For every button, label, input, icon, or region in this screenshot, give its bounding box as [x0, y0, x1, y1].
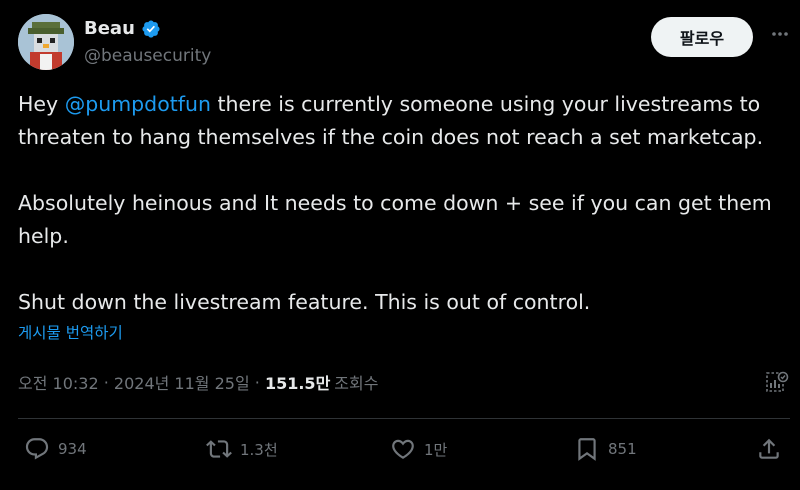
avatar[interactable] [18, 14, 74, 70]
meta-separator: · [98, 372, 114, 392]
tweet-paragraph-2: Absolutely heinous and It needs to come … [18, 191, 772, 248]
repost-count: 1.3천 [240, 440, 278, 459]
tweet-paragraph-3: Shut down the livestream feature. This i… [18, 290, 591, 314]
more-icon[interactable] [770, 24, 790, 44]
tweet-header: Beau @beausecurity 팔로우 [18, 14, 788, 72]
divider [18, 418, 790, 419]
post-time[interactable]: 오전 10:32 [18, 370, 99, 394]
pixel-penguin-avatar-icon [18, 14, 74, 70]
translate-post-link[interactable]: 게시물 번역하기 [18, 321, 123, 343]
views-label: 조회수 [334, 374, 379, 393]
reply-icon [25, 438, 49, 460]
name-row: Beau [84, 18, 161, 39]
tweet-text: Hey [18, 92, 65, 116]
post-date[interactable]: 2024년 11월 25일 [114, 370, 250, 394]
like-count: 1만 [424, 440, 448, 459]
action-bar: 934 1.3천 1만 851 [24, 436, 794, 468]
bookmark-count: 851 [608, 440, 637, 458]
analytics-icon[interactable] [764, 369, 790, 395]
follow-button[interactable]: 팔로우 [651, 17, 753, 57]
tweet-paragraph-1: Hey @pumpdotfun there is currently someo… [18, 88, 788, 154]
repost-button[interactable]: 1.3천 [206, 436, 278, 462]
more-dots-icon [772, 32, 788, 36]
author-handle[interactable]: @beausecurity [84, 46, 211, 66]
verified-badge-icon [142, 19, 160, 38]
reply-button[interactable]: 934 [24, 436, 87, 462]
heart-icon [392, 439, 414, 459]
bookmark-button[interactable]: 851 [574, 436, 637, 462]
reply-count: 934 [58, 440, 87, 458]
author-name[interactable]: Beau [84, 18, 135, 39]
repost-icon [206, 440, 232, 458]
share-button[interactable] [756, 436, 782, 462]
meta-separator: · [249, 372, 265, 392]
bookmark-icon [578, 438, 596, 461]
share-icon [759, 438, 779, 459]
views-count: 151.5만 [264, 374, 331, 393]
mention-link[interactable]: @pumpdotfun [65, 92, 211, 116]
tweet-meta: 오전 10:32 · 2024년 11월 25일 · 151.5만 조회수 [18, 370, 378, 394]
tweet-body: Hey @pumpdotfun there is currently someo… [18, 88, 788, 319]
like-button[interactable]: 1만 [390, 436, 447, 462]
